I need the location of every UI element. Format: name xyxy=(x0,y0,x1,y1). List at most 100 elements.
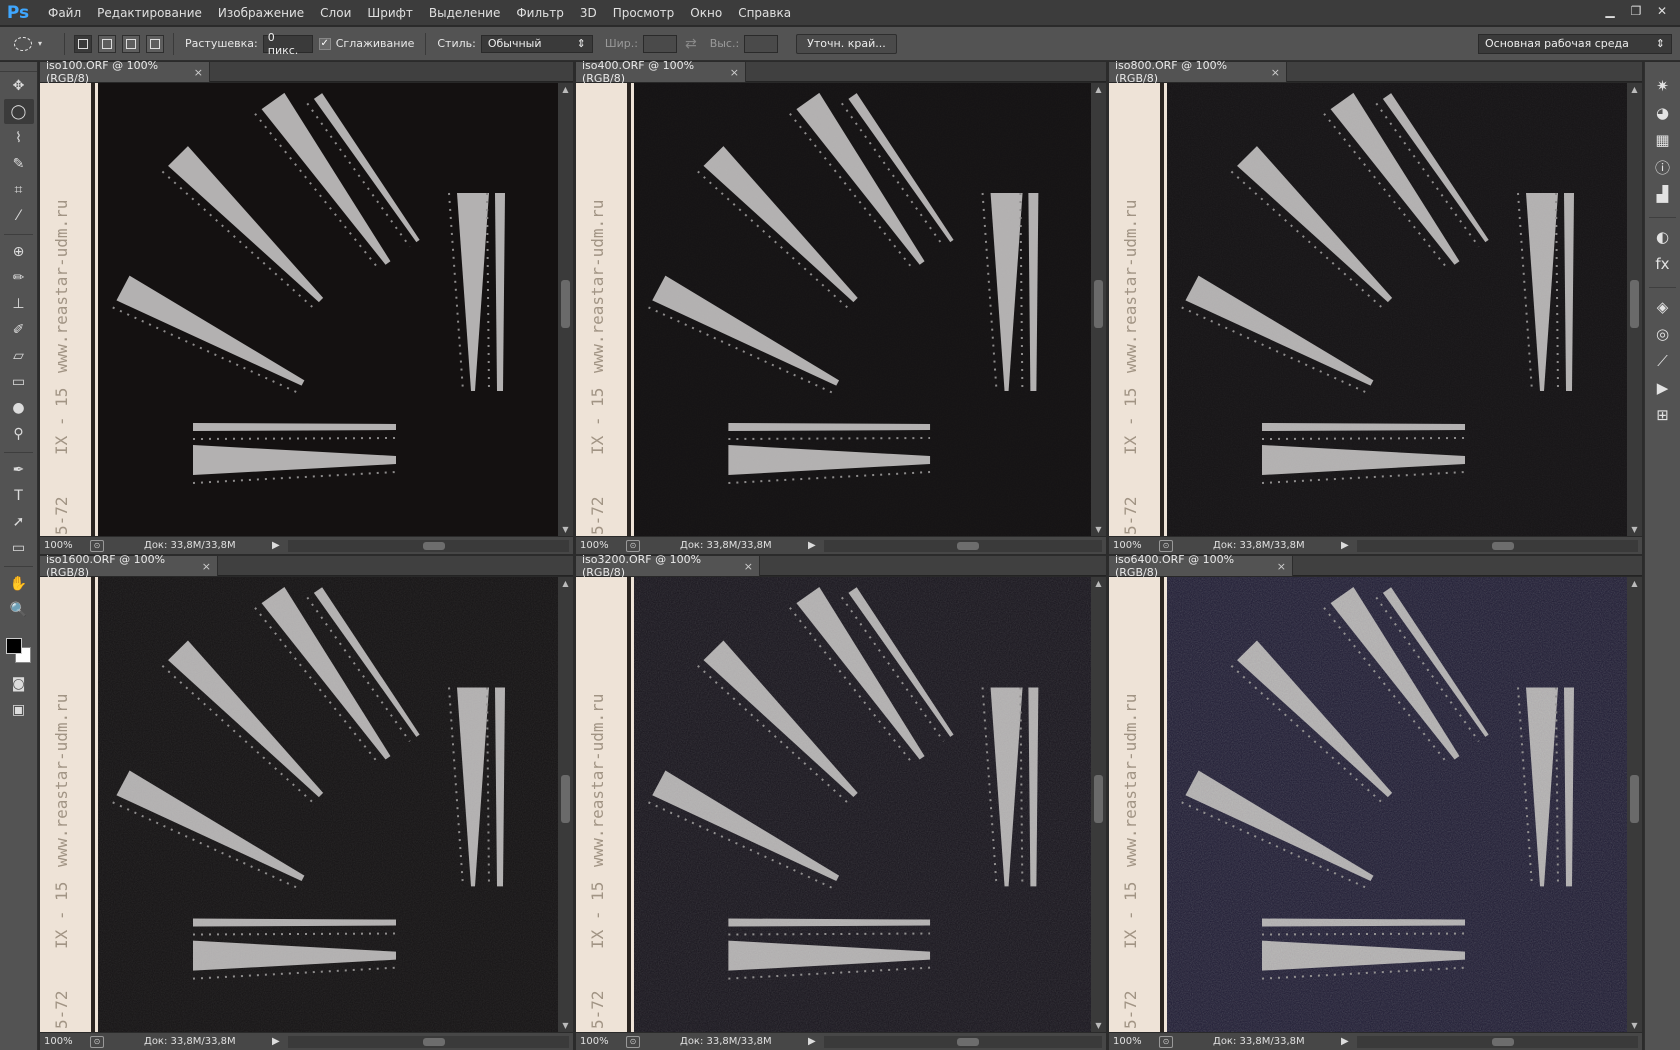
horizontal-scrollbar[interactable] xyxy=(1356,1035,1638,1048)
clone-stamp-icon[interactable]: ⊥ xyxy=(4,291,34,316)
status-menu-icon[interactable]: ▶ xyxy=(808,1036,816,1047)
vertical-scrollbar[interactable]: ▲ ▼ xyxy=(558,577,573,1032)
swatches-icon[interactable]: ▦ xyxy=(1650,127,1676,153)
spot-healing-icon[interactable]: ⊕ xyxy=(4,239,34,264)
scroll-up-icon[interactable]: ▲ xyxy=(1627,579,1642,588)
close-icon[interactable]: × xyxy=(202,560,211,573)
image-canvas[interactable]: www.reastar-udm.ru IX - 15 5-72 xyxy=(576,577,1091,1032)
zoom-level[interactable]: 100% xyxy=(576,540,626,551)
panel-grip[interactable] xyxy=(1645,62,1680,72)
scroll-down-icon[interactable]: ▼ xyxy=(558,1021,573,1030)
crop-icon[interactable]: ⌗ xyxy=(4,177,34,202)
close-icon[interactable]: × xyxy=(1271,66,1280,79)
menu-item[interactable]: Просмотр xyxy=(605,0,683,26)
scroll-thumb[interactable] xyxy=(561,774,570,823)
horizontal-scrollbar[interactable] xyxy=(823,1035,1102,1048)
document-tab[interactable]: iso3200.ORF @ 100% (RGB/8) × xyxy=(576,553,760,579)
styles-icon[interactable]: fx xyxy=(1650,251,1676,277)
pen-icon[interactable]: ✒ xyxy=(4,457,34,482)
scroll-thumb[interactable] xyxy=(1491,541,1514,550)
paths-icon[interactable]: ⟋ xyxy=(1650,348,1676,374)
scroll-up-icon[interactable]: ▲ xyxy=(558,579,573,588)
feather-input[interactable]: 0 пикс. xyxy=(262,31,313,57)
navigator-icon[interactable]: ✷ xyxy=(1650,73,1676,99)
scroll-down-icon[interactable]: ▼ xyxy=(558,525,573,534)
rectangle-icon[interactable]: ▭ xyxy=(4,535,34,560)
scroll-up-icon[interactable]: ▲ xyxy=(1627,85,1642,94)
dodge-icon[interactable]: ⚲ xyxy=(4,421,34,446)
scroll-thumb[interactable] xyxy=(957,541,980,550)
width-input[interactable] xyxy=(642,34,677,53)
zoom-level[interactable]: 100% xyxy=(40,540,90,551)
doc-info-icon[interactable]: ⊙ xyxy=(90,539,104,552)
menu-item[interactable]: Фильтр xyxy=(508,0,571,26)
scroll-thumb[interactable] xyxy=(422,541,445,550)
vertical-scrollbar[interactable]: ▲ ▼ xyxy=(1627,577,1642,1032)
doc-info-icon[interactable]: ⊙ xyxy=(626,539,640,552)
image-canvas[interactable]: www.reastar-udm.ru IX - 15 5-72 xyxy=(1109,577,1627,1032)
vertical-scrollbar[interactable]: ▲ ▼ xyxy=(1627,83,1642,536)
menu-item[interactable]: Изображение xyxy=(210,0,312,26)
menu-item[interactable]: Окно xyxy=(682,0,730,26)
scroll-thumb[interactable] xyxy=(957,1037,980,1046)
zoom-level[interactable]: 100% xyxy=(1109,540,1159,551)
scroll-thumb[interactable] xyxy=(1094,279,1103,328)
status-menu-icon[interactable]: ▶ xyxy=(1341,540,1349,551)
doc-info-icon[interactable]: ⊙ xyxy=(90,1035,104,1048)
status-menu-icon[interactable]: ▶ xyxy=(272,540,280,551)
path-selection-icon[interactable]: ➚ xyxy=(4,509,34,534)
scroll-down-icon[interactable]: ▼ xyxy=(1091,1021,1106,1030)
status-menu-icon[interactable]: ▶ xyxy=(272,1036,280,1047)
zoom-level[interactable]: 100% xyxy=(40,1036,90,1047)
tool-preset-picker[interactable]: ▾ xyxy=(14,31,58,57)
doc-info-icon[interactable]: ⊙ xyxy=(1159,1035,1173,1048)
doc-info-icon[interactable]: ⊙ xyxy=(1159,539,1173,552)
brush-icon[interactable]: ✏ xyxy=(4,265,34,290)
foreground-color[interactable] xyxy=(6,638,22,654)
channels-icon[interactable]: ◎ xyxy=(1650,321,1676,347)
color-icon[interactable]: ◕ xyxy=(1650,100,1676,126)
menu-item[interactable]: Выделение xyxy=(421,0,508,26)
minimize-icon[interactable]: ▁ xyxy=(1598,2,1622,20)
eraser-icon[interactable]: ▱ xyxy=(4,343,34,368)
eyedropper-icon[interactable]: ⁄ xyxy=(4,203,34,228)
doc-info-icon[interactable]: ⊙ xyxy=(626,1035,640,1048)
restore-icon[interactable]: ❐ xyxy=(1624,2,1648,20)
panel-grip[interactable] xyxy=(0,62,37,72)
status-menu-icon[interactable]: ▶ xyxy=(808,540,816,551)
scroll-down-icon[interactable]: ▼ xyxy=(1627,1021,1642,1030)
document-tab[interactable]: iso6400.ORF @ 100% (RGB/8) × xyxy=(1109,553,1293,579)
info-icon[interactable]: ⓘ xyxy=(1650,154,1676,180)
workspace-select[interactable]: Основная рабочая среда ⇕ xyxy=(1478,33,1672,54)
type-icon[interactable]: T xyxy=(4,483,34,508)
scroll-thumb[interactable] xyxy=(561,279,570,328)
height-input[interactable] xyxy=(744,34,779,53)
zoom-level[interactable]: 100% xyxy=(1109,1036,1159,1047)
document-tab[interactable]: iso100.ORF @ 100% (RGB/8) × xyxy=(40,59,210,85)
history-brush-icon[interactable]: ✐ xyxy=(4,317,34,342)
scroll-down-icon[interactable]: ▼ xyxy=(1091,525,1106,534)
close-icon[interactable]: × xyxy=(1277,560,1286,573)
gradient-icon[interactable]: ▭ xyxy=(4,369,34,394)
status-menu-icon[interactable]: ▶ xyxy=(1341,1036,1349,1047)
scroll-up-icon[interactable]: ▲ xyxy=(1091,579,1106,588)
menu-item[interactable]: Файл xyxy=(40,0,89,26)
image-canvas[interactable]: www.reastar-udm.ru IX - 15 5-72 xyxy=(40,83,558,536)
elliptical-marquee-icon[interactable]: ◯ xyxy=(3,99,34,124)
menu-item[interactable]: Слои xyxy=(312,0,359,26)
menu-item[interactable]: 3D xyxy=(572,0,605,26)
hand-icon[interactable]: ✋ xyxy=(4,571,34,596)
horizontal-scrollbar[interactable] xyxy=(287,539,569,552)
menu-item[interactable]: Редактирование xyxy=(89,0,210,26)
document-tab[interactable]: iso800.ORF @ 100% (RGB/8) × xyxy=(1109,59,1287,85)
scroll-up-icon[interactable]: ▲ xyxy=(1091,85,1106,94)
horizontal-scrollbar[interactable] xyxy=(1356,539,1638,552)
intersect-selection-button[interactable] xyxy=(146,34,164,53)
menu-item[interactable]: Справка xyxy=(730,0,799,26)
image-canvas[interactable]: www.reastar-udm.ru IX - 15 5-72 xyxy=(576,83,1091,536)
scroll-thumb[interactable] xyxy=(1630,279,1639,328)
subtract-from-selection-button[interactable] xyxy=(122,34,140,53)
add-to-selection-button[interactable] xyxy=(98,34,116,53)
zoom-level[interactable]: 100% xyxy=(576,1036,626,1047)
scroll-thumb[interactable] xyxy=(1491,1037,1514,1046)
